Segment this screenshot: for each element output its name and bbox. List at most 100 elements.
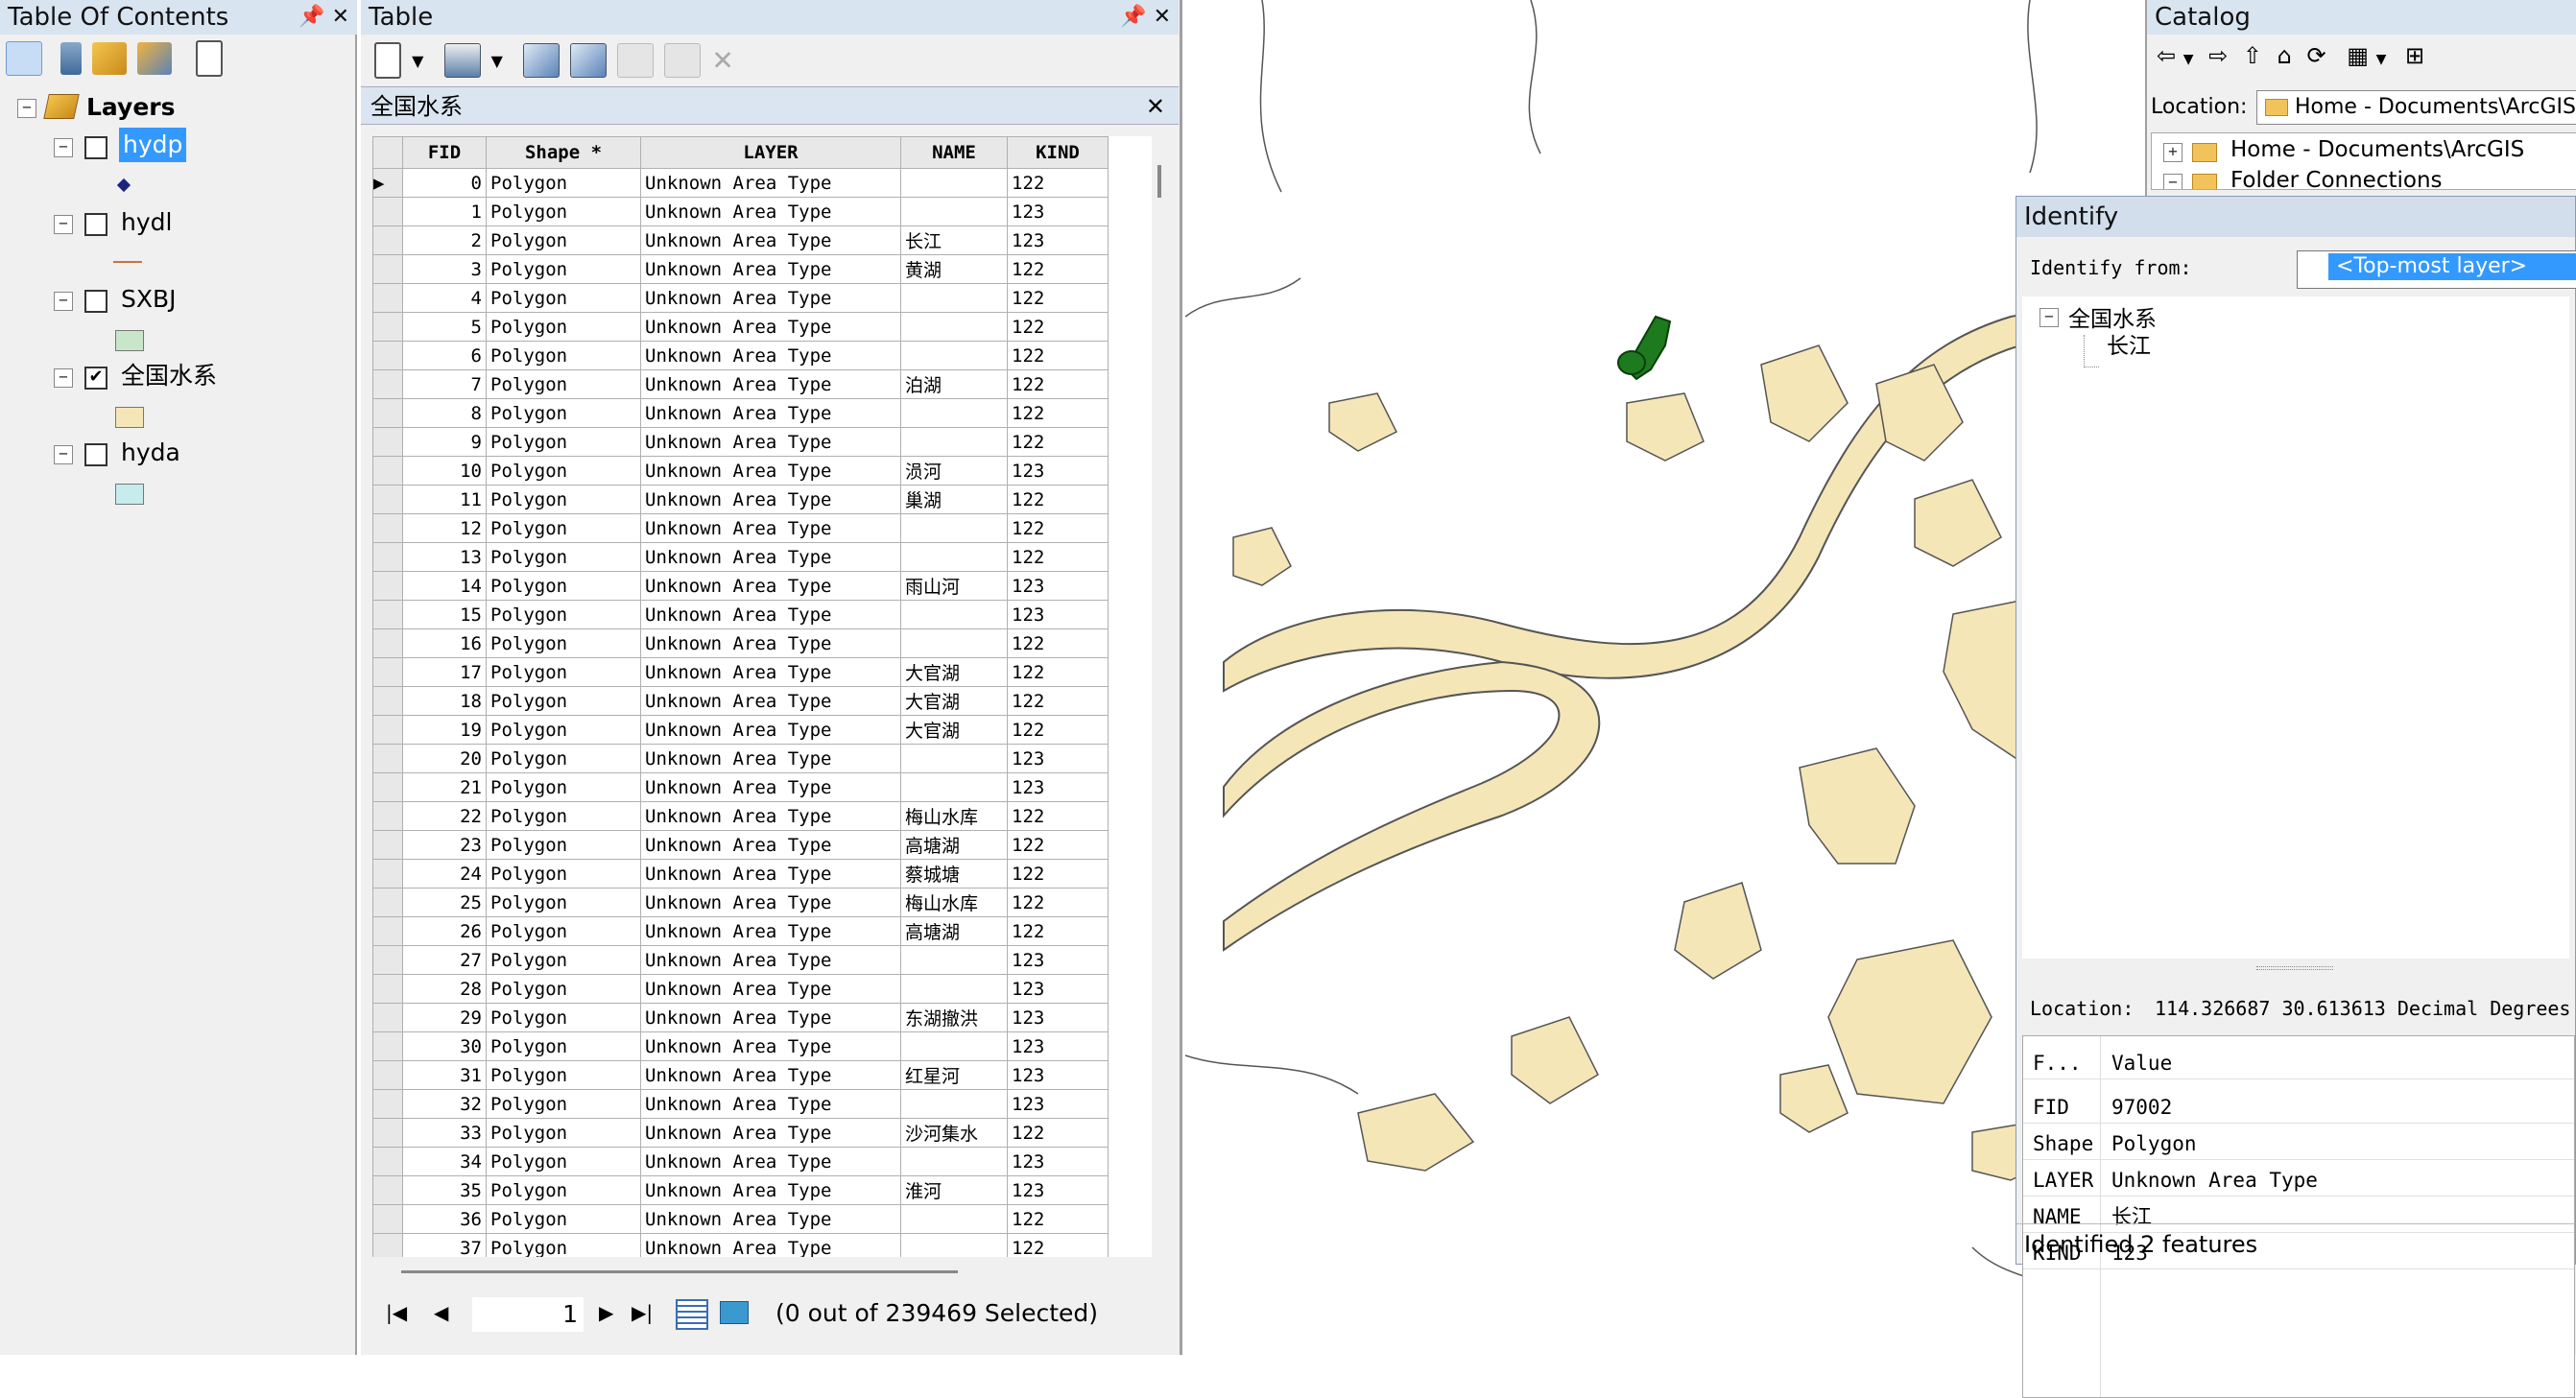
- identify-location-value[interactable]: 114.326687 30.613613 Decimal Degrees: [2155, 991, 2570, 1026]
- kind-cell[interactable]: 123: [1007, 974, 1109, 1004]
- kind-cell[interactable]: 122: [1007, 485, 1109, 514]
- hydl-collapse-icon[interactable]: −: [54, 215, 73, 234]
- row-selector[interactable]: [372, 801, 403, 831]
- forward-icon[interactable]: ⇨: [2208, 42, 2228, 69]
- pin-icon[interactable]: 📌: [1120, 5, 1146, 29]
- fid-cell[interactable]: 5: [402, 312, 487, 342]
- layer-cell[interactable]: Unknown Area Type: [640, 168, 901, 198]
- field-column-header[interactable]: F...: [2033, 1048, 2082, 1078]
- identify-tree-feature[interactable]: 长江: [2107, 327, 2151, 360]
- row-selector[interactable]: [372, 485, 403, 514]
- row-selector[interactable]: [372, 715, 403, 745]
- table-row[interactable]: 23 Polygon Unknown Area Type 高塘湖 122: [372, 830, 1109, 860]
- row-selector[interactable]: [372, 744, 403, 773]
- folder-connections-collapse-icon[interactable]: −: [2163, 174, 2182, 189]
- layer-cell[interactable]: Unknown Area Type: [640, 225, 901, 255]
- shape-cell[interactable]: Polygon: [486, 628, 641, 658]
- current-record-field[interactable]: 1: [472, 1297, 584, 1332]
- table-row[interactable]: 31 Polygon Unknown Area Type 红星河 123: [372, 1060, 1109, 1090]
- attribute-row[interactable]: FID 97002: [2023, 1092, 2574, 1124]
- table-row[interactable]: 34 Polygon Unknown Area Type 123: [372, 1147, 1109, 1176]
- row-selector[interactable]: [372, 1175, 403, 1205]
- scrollbar-thumb[interactable]: [401, 1270, 958, 1273]
- show-all-records-icon[interactable]: [676, 1299, 708, 1330]
- layer-cell[interactable]: Unknown Area Type: [640, 1175, 901, 1205]
- shape-cell[interactable]: Polygon: [486, 772, 641, 802]
- table-row[interactable]: 10 Polygon Unknown Area Type 涢河 123: [372, 456, 1109, 486]
- close-icon[interactable]: ✕: [1154, 5, 1171, 29]
- fid-cell[interactable]: 11: [402, 485, 487, 514]
- list-by-visibility-icon[interactable]: [92, 42, 128, 75]
- shape-cell[interactable]: Polygon: [486, 485, 641, 514]
- name-cell[interactable]: 梅山水库: [900, 888, 1008, 917]
- shape-cell[interactable]: Polygon: [486, 830, 641, 860]
- row-selector[interactable]: [372, 1089, 403, 1119]
- kind-cell[interactable]: 122: [1007, 1204, 1109, 1234]
- layer-cell[interactable]: Unknown Area Type: [640, 686, 901, 716]
- attribute-row[interactable]: LAYER Unknown Area Type: [2023, 1165, 2574, 1197]
- row-selector[interactable]: [372, 398, 403, 428]
- connect-folder-icon[interactable]: ⊞: [2405, 42, 2424, 69]
- name-cell[interactable]: [900, 1031, 1008, 1061]
- kind-cell[interactable]: 122: [1007, 686, 1109, 716]
- name-cell[interactable]: 东湖撤洪: [900, 1003, 1008, 1032]
- catalog-home-item[interactable]: Home - Documents\ArcGIS: [2230, 137, 2524, 162]
- shape-cell[interactable]: Polygon: [486, 888, 641, 917]
- layer-cell[interactable]: Unknown Area Type: [640, 571, 901, 601]
- shape-cell[interactable]: Polygon: [486, 859, 641, 889]
- name-cell[interactable]: 大官湖: [900, 657, 1008, 687]
- fid-cell[interactable]: 32: [402, 1089, 487, 1119]
- refresh-icon[interactable]: ⟳: [2307, 42, 2326, 69]
- layer-cell[interactable]: Unknown Area Type: [640, 657, 901, 687]
- view-options-icon[interactable]: ▦: [2347, 42, 2369, 69]
- kind-cell[interactable]: 122: [1007, 1233, 1109, 1257]
- shape-cell[interactable]: Polygon: [486, 715, 641, 745]
- name-cell[interactable]: 巢湖: [900, 485, 1008, 514]
- kind-cell[interactable]: 123: [1007, 600, 1109, 629]
- sxbj-collapse-icon[interactable]: −: [54, 292, 73, 311]
- fid-cell[interactable]: 0: [402, 168, 487, 198]
- fid-cell[interactable]: 6: [402, 341, 487, 370]
- options-icon[interactable]: [196, 40, 224, 77]
- fid-cell[interactable]: 23: [402, 830, 487, 860]
- name-cell[interactable]: 高塘湖: [900, 916, 1008, 946]
- hydl-visibility-checkbox[interactable]: [84, 213, 107, 236]
- kind-cell[interactable]: 122: [1007, 168, 1109, 198]
- table-row[interactable]: 21 Polygon Unknown Area Type 123: [372, 772, 1109, 802]
- table-row[interactable]: 33 Polygon Unknown Area Type 沙河集水 122: [372, 1118, 1109, 1148]
- row-selector[interactable]: [372, 628, 403, 658]
- row-selector[interactable]: [372, 1204, 403, 1234]
- map-view[interactable]: [1185, 0, 2145, 1355]
- row-selector[interactable]: [372, 772, 403, 802]
- fid-cell[interactable]: 15: [402, 600, 487, 629]
- horizontal-scrollbar[interactable]: [372, 1259, 1152, 1282]
- name-cell[interactable]: [900, 772, 1008, 802]
- kind-cell[interactable]: 122: [1007, 628, 1109, 658]
- layer-cell[interactable]: Unknown Area Type: [640, 1204, 901, 1234]
- layers-root-label[interactable]: Layers: [86, 88, 176, 127]
- table-row[interactable]: 5 Polygon Unknown Area Type 122: [372, 312, 1109, 342]
- layer-cell[interactable]: Unknown Area Type: [640, 888, 901, 917]
- layer-cell[interactable]: Unknown Area Type: [640, 542, 901, 572]
- shape-cell[interactable]: Polygon: [486, 974, 641, 1004]
- row-selector[interactable]: [372, 312, 403, 342]
- previous-record-icon[interactable]: ◀: [434, 1301, 448, 1324]
- kind-cell[interactable]: 123: [1007, 1060, 1109, 1090]
- shape-cell[interactable]: Polygon: [486, 168, 641, 198]
- name-cell[interactable]: [900, 427, 1008, 457]
- fid-cell[interactable]: 7: [402, 369, 487, 399]
- table-row[interactable]: 32 Polygon Unknown Area Type 123: [372, 1089, 1109, 1119]
- kind-cell[interactable]: 123: [1007, 225, 1109, 255]
- name-cell[interactable]: 梅山水库: [900, 801, 1008, 831]
- table-row[interactable]: 7 Polygon Unknown Area Type 泊湖 122: [372, 369, 1109, 399]
- table-row[interactable]: 20 Polygon Unknown Area Type 123: [372, 744, 1109, 773]
- row-selector[interactable]: [372, 1060, 403, 1090]
- column-header-layer[interactable]: LAYER: [640, 136, 901, 169]
- hydp-layer-label[interactable]: hydp: [119, 128, 187, 162]
- shape-cell[interactable]: Polygon: [486, 916, 641, 946]
- fid-cell[interactable]: 2: [402, 225, 487, 255]
- name-cell[interactable]: 大官湖: [900, 686, 1008, 716]
- kind-cell[interactable]: 122: [1007, 657, 1109, 687]
- table-row[interactable]: 2 Polygon Unknown Area Type 长江 123: [372, 225, 1109, 255]
- name-cell[interactable]: [900, 1233, 1008, 1257]
